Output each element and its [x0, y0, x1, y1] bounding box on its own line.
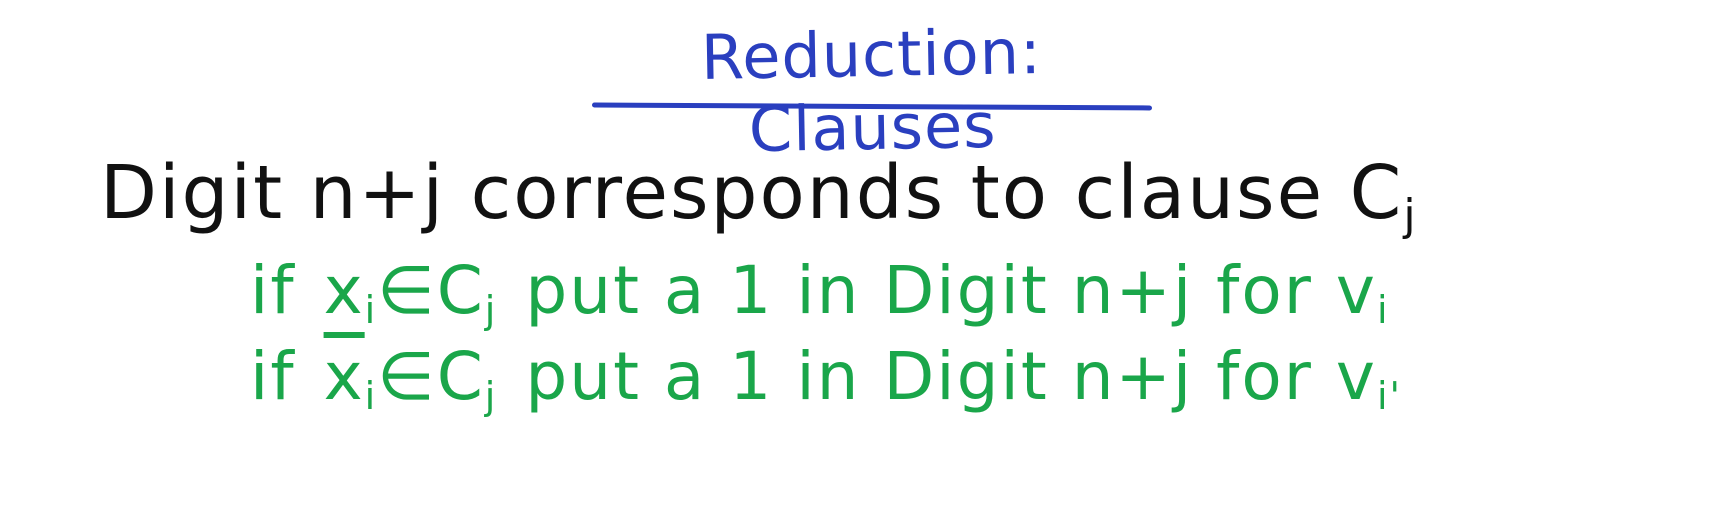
rule-if: if [250, 338, 296, 415]
rule-target-subscript: i' [1376, 374, 1402, 418]
rule-positive-literal: if xi∈Cj put a 1 in Digit n+j for vi [250, 252, 1390, 332]
main-statement: Digit n+j corresponds to clause Cj [100, 150, 1418, 241]
rule-membership: ∈C [377, 338, 485, 415]
rule-literal: x [323, 252, 365, 329]
rule-clause-subscript: j [484, 288, 498, 332]
rule-membership: ∈C [377, 252, 485, 329]
rule-negated-literal: if xi∈Cj put a 1 in Digit n+j for vi' [250, 338, 1402, 418]
rule-negated-literal-symbol: x [323, 338, 365, 415]
slide-title: Reduction: Clauses [700, 15, 1043, 167]
main-statement-text: Digit n+j corresponds to clause C [100, 150, 1404, 236]
rule-literal-subscript: i [364, 374, 378, 418]
main-statement-subscript: j [1403, 190, 1418, 241]
rule-action: put a 1 in Digit n+j for v [525, 338, 1377, 415]
whiteboard: Reduction: Clauses Digit n+j corresponds… [0, 0, 1721, 518]
rule-target-subscript: i [1376, 288, 1390, 332]
rule-clause-subscript: j [484, 374, 498, 418]
rule-action: put a 1 in Digit n+j for v [525, 252, 1377, 329]
rule-literal-subscript: i [364, 288, 378, 332]
rule-if: if [250, 252, 296, 329]
